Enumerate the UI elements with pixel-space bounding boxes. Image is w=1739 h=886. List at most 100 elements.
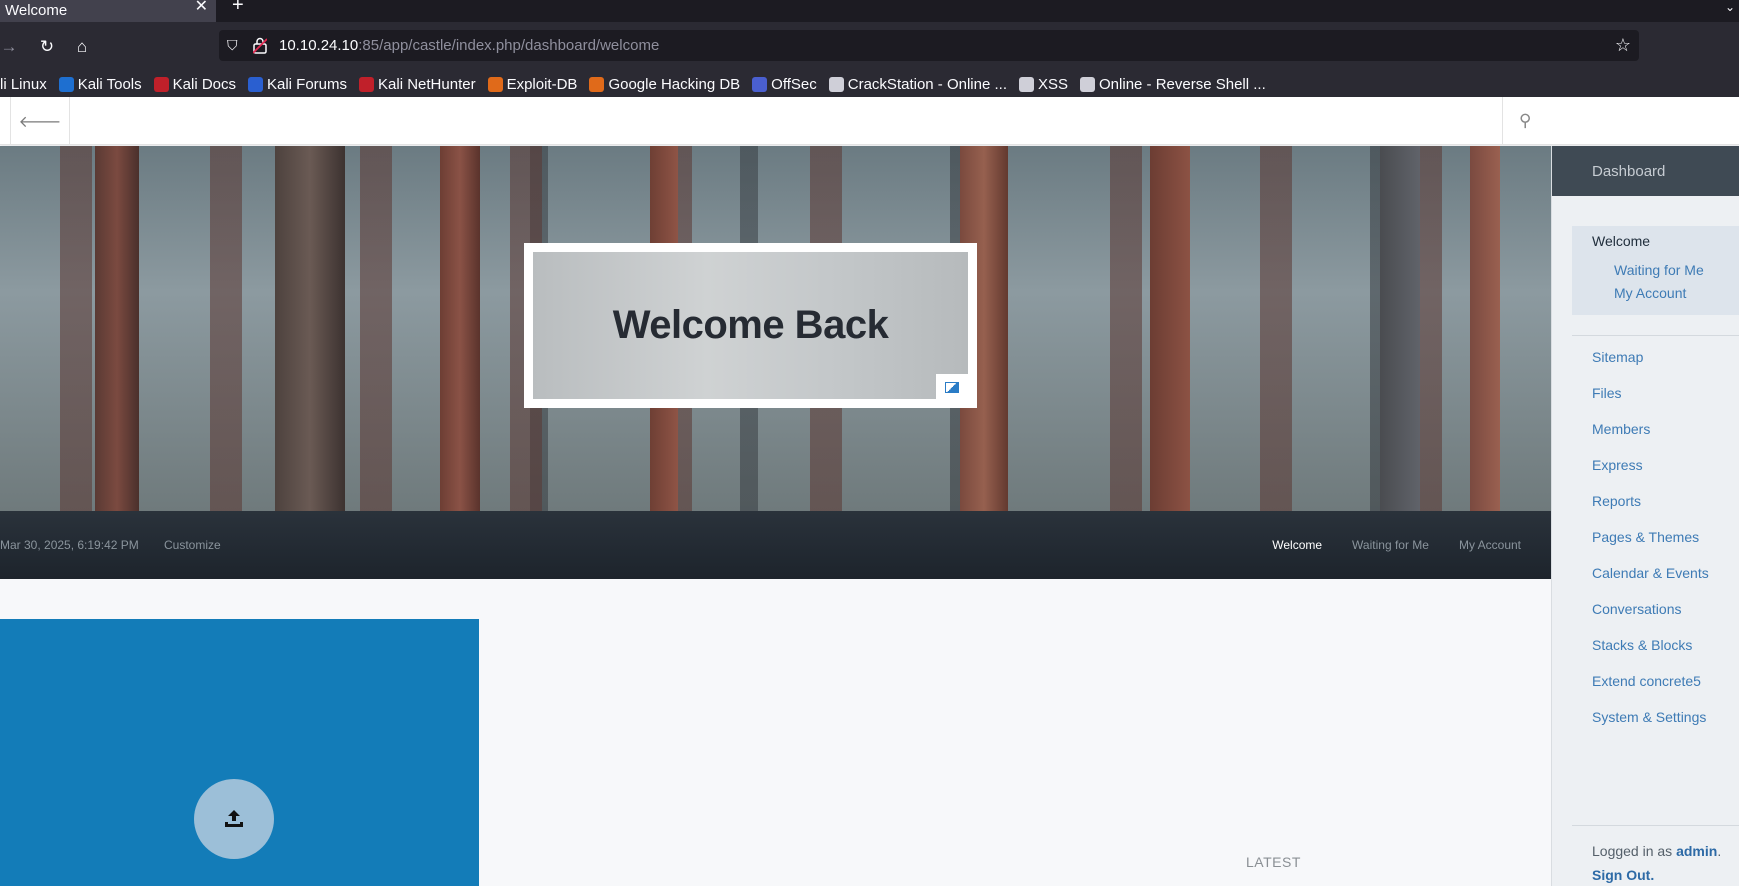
bookmark-item[interactable]: Kali NetHunter	[359, 76, 476, 93]
logged-suffix: .	[1717, 843, 1722, 859]
web-page: 🡐 ⚲ Welcome Back Mar 30, 2025, 6:19:42 P…	[0, 97, 1739, 886]
bookmark-item[interactable]: Exploit-DB	[487, 76, 578, 93]
bookmark-label: CrackStation - Online ...	[847, 76, 1007, 93]
tree-trunk	[95, 146, 139, 511]
dash-item-conversations[interactable]: Conversations	[1592, 601, 1682, 617]
bookmark-item[interactable]: Kali Tools	[58, 76, 142, 93]
dash-item-waiting-for-me[interactable]: Waiting for Me	[1614, 262, 1704, 278]
bookmark-star-icon[interactable]: ☆	[1615, 35, 1631, 56]
subnav-link-welcome[interactable]: Welcome	[1272, 538, 1322, 552]
bookmarks-toolbar: li Linux Kali Tools Kali Docs Kali Forums Ka…	[0, 72, 1739, 97]
bookmark-label: Online - Reverse Shell ...	[1099, 76, 1266, 93]
dash-item-files[interactable]: Files	[1592, 385, 1622, 401]
home-icon[interactable]: ⌂	[69, 34, 95, 60]
browser-navbar: → ↻ ⌂ ⛉ 10.10.24.10:85/app/castle/index.…	[0, 22, 1739, 72]
latest-heading: LATEST	[1246, 854, 1301, 870]
bookmark-item[interactable]: CrackStation - Online ...	[828, 76, 1007, 93]
upload-icon	[225, 810, 243, 827]
subnav-link-my-account[interactable]: My Account	[1459, 538, 1521, 552]
dashboard-panel: Dashboard Welcome Waiting for Me My Acco…	[1551, 146, 1739, 886]
url-text[interactable]: 10.10.24.10:85/app/castle/index.php/dash…	[279, 37, 659, 54]
divider	[1572, 825, 1739, 826]
sign-out-link[interactable]: Sign Out.	[1592, 867, 1654, 883]
dash-item-pages-themes[interactable]: Pages & Themes	[1592, 529, 1699, 545]
dashboard-subnav: Mar 30, 2025, 6:19:42 PM Customize Welco…	[0, 511, 1551, 579]
bookmark-favicon-icon	[487, 77, 503, 92]
bookmark-item[interactable]: OffSec	[752, 76, 817, 93]
dashboard-header: Dashboard	[1552, 146, 1739, 196]
bookmark-item[interactable]: Online - Reverse Shell ...	[1080, 76, 1266, 93]
dash-item-welcome[interactable]: Welcome	[1592, 233, 1650, 249]
shield-icon[interactable]: ⛉	[227, 37, 243, 54]
url-bar[interactable]: ⛉ 10.10.24.10:85/app/castle/index.php/da…	[219, 30, 1639, 61]
bookmark-item[interactable]: XSS	[1019, 76, 1068, 93]
bookmark-favicon-icon	[1019, 77, 1034, 92]
forward-arrow-icon[interactable]: →	[0, 34, 22, 60]
bookmark-favicon-icon	[752, 77, 768, 92]
bookmark-label: Google Hacking DB	[608, 76, 741, 93]
dash-item-members[interactable]: Members	[1592, 421, 1650, 437]
dash-item-calendar-events[interactable]: Calendar & Events	[1592, 565, 1709, 581]
reload-icon[interactable]: ↻	[34, 34, 60, 60]
tab-bar: Welcome ✕ + ⌄	[0, 0, 1739, 22]
dash-item-stacks-blocks[interactable]: Stacks & Blocks	[1592, 637, 1692, 653]
bookmark-label: Kali Forums	[267, 76, 348, 93]
tree-trunk	[440, 146, 480, 511]
bookmark-favicon-icon	[58, 77, 74, 92]
dash-item-sitemap[interactable]: Sitemap	[1592, 349, 1643, 365]
dash-item-my-account[interactable]: My Account	[1614, 285, 1686, 301]
welcome-heading: Welcome Back	[612, 303, 889, 347]
close-tab-icon[interactable]: ✕	[195, 0, 208, 15]
bookmark-label: Kali Docs	[172, 76, 236, 93]
hero-banner: Welcome Back	[0, 146, 1551, 511]
logged-in-text: Logged in as admin.	[1592, 843, 1721, 859]
tree-trunk	[1150, 146, 1190, 511]
tab-title: Welcome	[5, 2, 68, 19]
image-edit-icon[interactable]	[936, 374, 968, 400]
dash-item-express[interactable]: Express	[1592, 457, 1643, 473]
dash-item-reports[interactable]: Reports	[1592, 493, 1641, 509]
upload-button[interactable]	[194, 779, 274, 859]
browser-tab-welcome[interactable]: Welcome ✕	[0, 0, 216, 22]
bookmark-favicon-icon	[589, 77, 605, 92]
bookmark-label: XSS	[1038, 76, 1069, 93]
cms-toolbar: 🡐 ⚲	[0, 97, 1739, 145]
url-path: :85/app/castle/index.php/dashboard/welco…	[358, 37, 660, 54]
bookmark-label: li Linux	[0, 76, 47, 93]
bookmark-favicon-icon	[828, 77, 844, 92]
tree-trunk	[275, 146, 345, 511]
dash-item-system-settings[interactable]: System & Settings	[1592, 709, 1706, 725]
bookmark-label: Kali Tools	[77, 76, 142, 93]
bookmark-favicon-icon	[153, 77, 169, 92]
welcome-card: Welcome Back	[524, 243, 977, 408]
bookmark-favicon-icon	[1080, 77, 1096, 92]
welcome-image: Welcome Back	[533, 252, 968, 400]
bookmark-item[interactable]: Google Hacking DB	[589, 76, 740, 93]
dashboard-content: LATEST	[0, 579, 1551, 886]
bookmark-item[interactable]: li Linux	[0, 76, 47, 93]
bookmark-label: OffSec	[771, 76, 817, 93]
current-datetime: Mar 30, 2025, 6:19:42 PM	[0, 538, 139, 552]
subnav-link-waiting-for-me[interactable]: Waiting for Me	[1352, 538, 1429, 552]
tab-list-chevron-icon[interactable]: ⌄	[1725, 0, 1735, 14]
logged-prefix: Logged in as	[1592, 843, 1673, 859]
upload-panel	[0, 619, 479, 886]
subnav-links: Welcome Waiting for Me My Account	[1272, 538, 1521, 552]
user-link[interactable]: admin	[1676, 843, 1717, 859]
customize-link[interactable]: Customize	[164, 538, 221, 552]
bookmark-label: Exploit-DB	[506, 76, 578, 93]
bookmark-item[interactable]: Kali Forums	[248, 76, 347, 93]
insecure-lock-icon[interactable]	[253, 37, 267, 54]
bookmark-item[interactable]: Kali Docs	[153, 76, 236, 93]
search-icon[interactable]: ⚲	[1502, 97, 1739, 145]
bookmark-favicon-icon	[248, 77, 263, 92]
bookmark-favicon-icon	[359, 77, 375, 92]
new-tab-icon[interactable]: +	[232, 0, 250, 15]
dash-item-extend-concrete5[interactable]: Extend concrete5	[1592, 673, 1701, 689]
bookmark-label: Kali NetHunter	[378, 76, 476, 93]
url-host: 10.10.24.10	[279, 37, 359, 54]
divider	[1572, 335, 1739, 336]
tree-trunk	[1380, 146, 1420, 511]
tree-trunk	[1470, 146, 1500, 511]
back-arrow-icon[interactable]: 🡐	[10, 97, 70, 145]
